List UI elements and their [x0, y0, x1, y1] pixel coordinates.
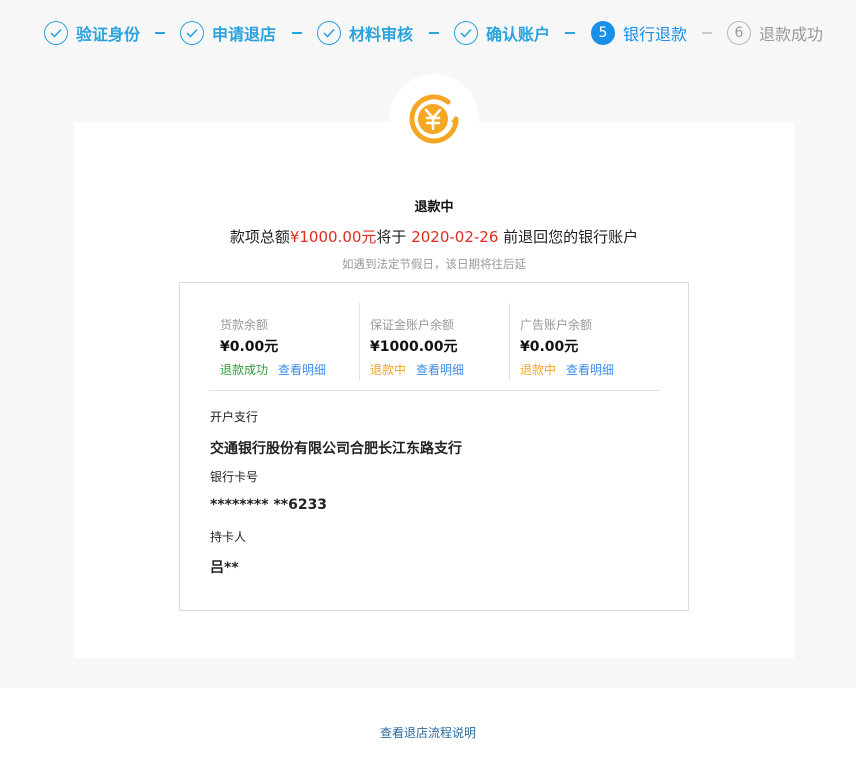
summary-prefix: 款项总额	[229, 228, 290, 246]
holiday-hint: 如遇到法定节假日，该日期将往后延	[342, 257, 526, 271]
balance-status: 退款中	[520, 363, 557, 377]
step-separator	[565, 32, 575, 34]
step-verify-identity: 验证身份	[44, 19, 140, 47]
balance-label: 保证金账户余额	[370, 318, 455, 332]
refund-status-title: 退款中	[414, 200, 454, 215]
refund-process-link[interactable]: 查看退店流程说明	[0, 724, 856, 741]
balance-status: 退款成功	[220, 363, 269, 377]
card-holder-value: 吕**	[210, 560, 239, 576]
step-label: 银行退款	[623, 25, 688, 44]
refund-amount: ¥1000.00元	[289, 228, 377, 246]
card-number-label: 银行卡号	[210, 470, 259, 484]
bank-branch-label: 开户支行	[210, 410, 259, 424]
step-separator	[292, 32, 302, 34]
balance-goods: 货款余额 ¥0.00元 退款成功 查看明细	[210, 303, 360, 381]
step-separator	[702, 32, 712, 34]
view-details-link[interactable]: 查看明细	[278, 361, 326, 378]
view-details-link[interactable]: 查看明细	[416, 361, 464, 378]
progress-stepper: 验证身份 申请退店 材料审核 确认账户 5 银行退款 6 退款成功	[0, 19, 856, 47]
step-refund-success: 6 退款成功	[727, 19, 823, 47]
balance-label: 货款余额	[220, 318, 269, 332]
step-material-review: 材料审核	[317, 19, 413, 47]
step-number: 5	[591, 21, 615, 45]
divider	[209, 390, 660, 391]
yuan-refund-icon	[409, 94, 459, 144]
step-label: 验证身份	[76, 25, 141, 44]
balance-status: 退款中	[370, 363, 407, 377]
summary-suffix: 前退回您的银行账户	[498, 228, 639, 246]
refund-summary: 款项总额¥1000.00元将于 2020-02-26 前退回您的银行账户	[74, 226, 794, 247]
step-separator	[429, 32, 439, 34]
refund-date: 2020-02-26	[411, 228, 499, 246]
balance-ads: 广告账户余额 ¥0.00元 退款中 查看明细	[510, 303, 660, 381]
step-bank-refund: 5 银行退款	[591, 19, 687, 47]
step-number: 6	[727, 21, 751, 45]
step-label: 确认账户	[486, 25, 551, 44]
step-separator	[155, 32, 165, 34]
bank-branch-value: 交通银行股份有限公司合肥长江东路支行	[210, 441, 462, 457]
check-icon	[44, 21, 68, 45]
check-icon	[454, 21, 478, 45]
balance-deposit: 保证金账户余额 ¥1000.00元 退款中 查看明细	[360, 303, 510, 381]
step-label: 材料审核	[349, 25, 414, 44]
step-label: 退款成功	[759, 25, 824, 44]
summary-mid: 将于	[376, 228, 412, 246]
step-confirm-account: 确认账户	[454, 19, 550, 47]
step-apply-close: 申请退店	[180, 19, 276, 47]
balance-value: ¥0.00元	[520, 339, 579, 355]
refund-icon-holder	[389, 74, 479, 164]
balance-value: ¥1000.00元	[370, 339, 458, 355]
check-icon	[317, 21, 341, 45]
balance-value: ¥0.00元	[220, 339, 279, 355]
check-icon	[180, 21, 204, 45]
card-holder-label: 持卡人	[210, 530, 247, 544]
step-label: 申请退店	[212, 25, 277, 44]
card-number-value: ******** **6233	[210, 497, 328, 513]
balance-label: 广告账户余额	[520, 318, 593, 332]
view-details-link[interactable]: 查看明细	[566, 361, 614, 378]
account-details-panel: 货款余额 ¥0.00元 退款成功 查看明细 保证金账户余额 ¥1000.00元 …	[179, 282, 689, 611]
